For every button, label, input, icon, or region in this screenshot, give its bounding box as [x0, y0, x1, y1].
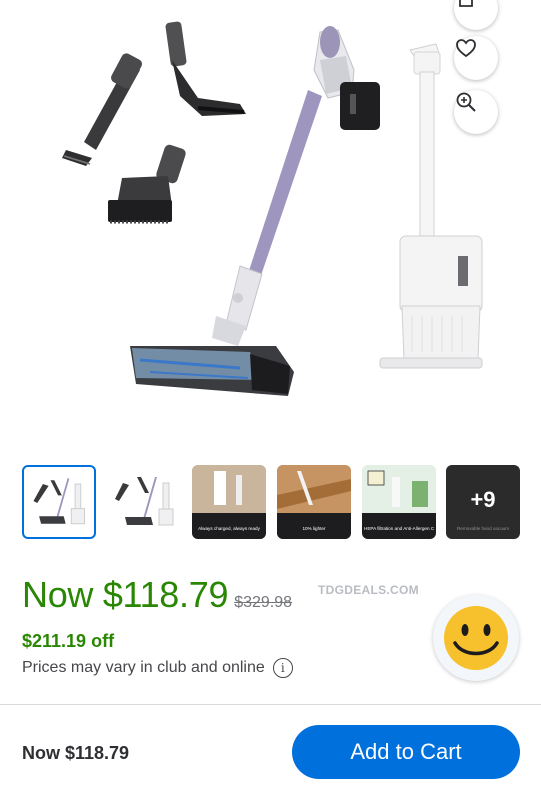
heart-icon: [456, 39, 476, 58]
crevice-tool-image: [62, 53, 142, 166]
thumbnail-carousel: Always charged, always ready 10% lighter…: [22, 465, 520, 539]
savings-amount: $211.19 off: [22, 631, 115, 651]
favorite-button[interactable]: [454, 36, 498, 80]
product-hero-image[interactable]: [0, 0, 541, 440]
share-icon: [459, 0, 473, 7]
current-price: Now $118.79: [22, 574, 229, 615]
flat-tool-image: [165, 21, 246, 116]
thumbnail-1[interactable]: [22, 465, 96, 539]
smiley-icon: [444, 606, 508, 670]
thumbnail-4[interactable]: 10% lighter: [277, 465, 351, 539]
info-icon[interactable]: i: [272, 658, 293, 678]
thumbnail-caption: HEPA filtration and Anti-Allergen Comple…: [364, 526, 434, 531]
feedback-smiley-button[interactable]: [433, 595, 519, 681]
thumbnail-vacuum-image: [115, 477, 174, 526]
thumbnail-3[interactable]: Always charged, always ready: [192, 465, 266, 539]
thumbnail-5[interactable]: HEPA filtration and Anti-Allergen Comple…: [362, 465, 436, 539]
price-note-row: Prices may vary in club and online i: [22, 658, 293, 678]
thumbnail-more[interactable]: +9 Removable hand vacuum: [446, 465, 520, 539]
zoom-in-icon: [456, 92, 476, 112]
bottom-bar-price: Now $118.79: [22, 743, 130, 763]
bottom-bar-divider: [0, 704, 541, 705]
add-to-cart-button[interactable]: Add to Cart: [292, 725, 520, 779]
watermark: TDGDEALS.COM: [318, 583, 419, 597]
zoom-button[interactable]: [454, 90, 498, 134]
thumbnail-caption: 10% lighter: [302, 526, 326, 531]
original-price: $329.98: [234, 594, 293, 611]
price-row: Now $118.79 $329.98: [22, 574, 292, 616]
thumbnail-caption: Removable hand vacuum: [456, 526, 510, 531]
more-images-count: +9: [470, 487, 496, 512]
price-note: Prices may vary in club and online: [22, 659, 265, 676]
thumbnail-vacuum-image: [33, 478, 86, 525]
brush-tool-image: [108, 144, 186, 224]
thumbnail-2[interactable]: [107, 465, 181, 539]
thumbnail-caption: Always charged, always ready: [198, 526, 260, 531]
